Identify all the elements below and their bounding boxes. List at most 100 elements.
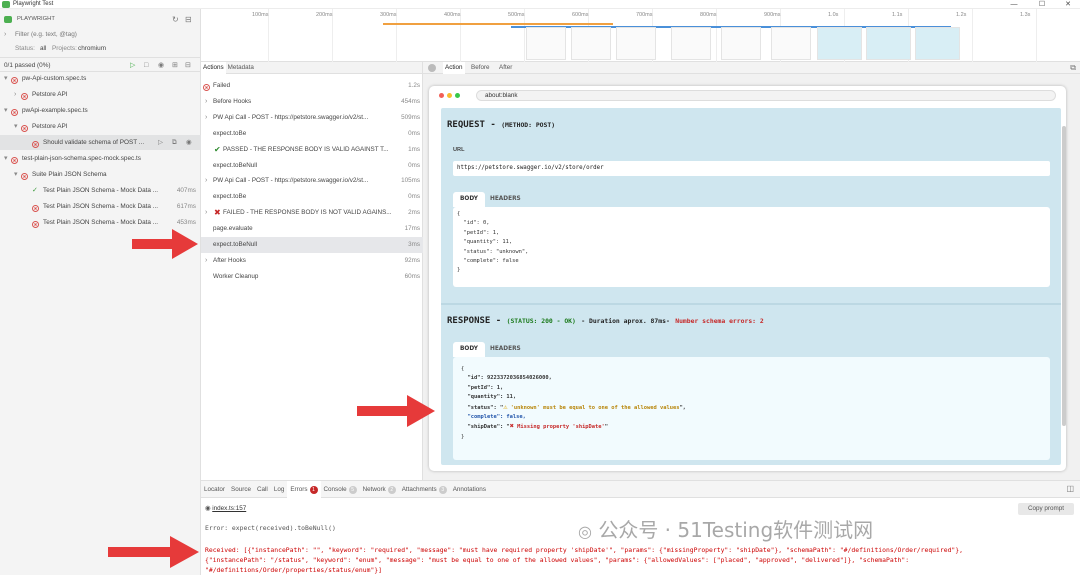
- filter-input[interactable]: Filter (e.g. text, @tag): [15, 27, 77, 42]
- run-icon[interactable]: ▷: [158, 135, 163, 150]
- source-location[interactable]: ◉ index.ts:157: [205, 505, 246, 512]
- schema-error-count: Number schema errors: 2: [675, 317, 764, 325]
- test-tree-item[interactable]: ✓ Test Plain JSON Schema - Mock Data ... 4…: [0, 183, 201, 198]
- chevron-right-icon[interactable]: ›: [205, 173, 207, 189]
- request-tab-headers[interactable]: HEADERS: [483, 192, 528, 207]
- action-row[interactable]: ✔ PASSED - THE RESPONSE BODY IS VALID AGA…: [201, 142, 423, 158]
- response-tab-body[interactable]: BODY: [453, 342, 485, 357]
- action-row[interactable]: › After Hooks 92ms: [201, 253, 423, 269]
- chevron-right-icon[interactable]: ›: [205, 205, 207, 221]
- json-brace: {: [461, 366, 465, 372]
- chevron-icon[interactable]: ▾: [4, 151, 8, 166]
- maximize-button[interactable]: ☐: [1030, 0, 1054, 9]
- action-row[interactable]: page.evaluate 17ms: [201, 221, 423, 237]
- actions-tabs: Actions Metadata: [201, 62, 422, 74]
- film-frame[interactable]: [915, 27, 960, 60]
- tab-errors[interactable]: Errors 1: [287, 481, 321, 498]
- test-tree-item[interactable]: ▾ pwApi-example.spec.ts: [0, 103, 201, 118]
- chevron-icon[interactable]: ▾: [14, 119, 18, 134]
- test-tree-item[interactable]: ▾ Suite Plain JSON Schema: [0, 167, 201, 182]
- chevron-right-icon[interactable]: ›: [205, 110, 207, 126]
- received-line-1: Received: [{"instancePath": "", "keyword…: [205, 546, 963, 554]
- tab-label: Attachments: [401, 486, 437, 493]
- chevron-icon[interactable]: ▾: [4, 71, 8, 86]
- tab-before[interactable]: Before: [469, 62, 492, 74]
- chevron-icon[interactable]: ▾: [4, 103, 8, 118]
- action-row[interactable]: expect.toBe 0ms: [201, 189, 423, 205]
- action-duration: 105ms: [401, 177, 420, 185]
- action-row[interactable]: expect.toBe 0ms: [201, 126, 423, 142]
- dock-icon[interactable]: ◫: [1066, 484, 1074, 493]
- chevron-right-icon[interactable]: ›: [205, 253, 207, 269]
- close-button[interactable]: ✕: [1056, 0, 1080, 9]
- action-row[interactable]: expect.toBeNull 3ms: [201, 237, 423, 253]
- tab-actions[interactable]: Actions: [201, 62, 226, 74]
- chevron-icon[interactable]: ▾: [14, 167, 18, 182]
- status-filter-row[interactable]: Status: all Projects: chromium: [0, 41, 201, 56]
- action-row[interactable]: Failed 1.2s: [201, 78, 423, 94]
- film-frame[interactable]: [866, 27, 911, 60]
- chevron-right-icon[interactable]: ›: [205, 94, 207, 110]
- copy-prompt-button[interactable]: Copy prompt: [1017, 503, 1074, 515]
- film-frame[interactable]: [771, 27, 811, 60]
- tab-console[interactable]: Console 5: [321, 481, 360, 498]
- open-external-icon[interactable]: ⧉: [1070, 63, 1076, 73]
- tab-metadata[interactable]: Metadata: [226, 62, 256, 74]
- action-duration: 2ms: [408, 209, 420, 217]
- tab-action[interactable]: Action: [443, 62, 465, 74]
- test-tree-item[interactable]: Should validate schema of POST ... ▷ ⧉ ◉: [0, 135, 201, 150]
- test-tree-label: Suite Plain JSON Schema: [32, 171, 107, 178]
- tab-log[interactable]: Log: [271, 481, 288, 498]
- response-title: RESPONSE -: [447, 316, 502, 326]
- action-label: expect.toBeNull: [213, 241, 258, 248]
- tab-attachments[interactable]: Attachments 3: [399, 481, 450, 498]
- timeline-tick-label: 800ms: [700, 12, 717, 18]
- film-frame[interactable]: [571, 27, 611, 60]
- action-row[interactable]: › PW Api Call - POST - https://petstore.s…: [201, 110, 423, 126]
- timeline-tick-label: 1.0s: [828, 12, 839, 18]
- json-line: "id": 0,: [457, 220, 490, 227]
- test-tree-item[interactable]: ▾ pw-Api-custom.spec.ts: [0, 71, 201, 86]
- tab-call[interactable]: Call: [254, 481, 271, 498]
- tab-source[interactable]: Source: [228, 481, 254, 498]
- response-body-json: { "id": 9223372036854026000, "petId": 1,…: [461, 365, 686, 442]
- json-id: "id": 9223372036854026000,: [461, 375, 552, 382]
- details-tabs: Locator Source Call Log Errors 1 Console 5 Netwo…: [201, 481, 1080, 498]
- minimize-button[interactable]: —: [1002, 0, 1026, 9]
- action-row[interactable]: › Before Hooks 454ms: [201, 94, 423, 110]
- refresh-icon[interactable]: ↻: [172, 12, 179, 27]
- film-frame[interactable]: [616, 27, 656, 60]
- test-tree-item[interactable]: › Petstore API: [0, 87, 201, 102]
- collapse-icon[interactable]: ⊟: [185, 12, 192, 27]
- source-file-link[interactable]: index.ts:157: [212, 505, 246, 512]
- film-frame[interactable]: [671, 27, 711, 60]
- test-tree-item[interactable]: ▾ test-plain-json-schema.spec-mock.spec.t…: [0, 151, 201, 166]
- request-tab-body[interactable]: BODY: [453, 192, 485, 207]
- window-title: Playwright Test: [13, 1, 54, 7]
- tab-annotations[interactable]: Annotations: [450, 481, 489, 498]
- action-row[interactable]: Worker Cleanup 60ms: [201, 269, 423, 285]
- scrollbar[interactable]: [1062, 126, 1066, 426]
- failed-status-icon: [32, 199, 39, 214]
- chevron-right-icon[interactable]: ›: [4, 27, 6, 42]
- address-bar[interactable]: about:blank: [476, 90, 1056, 101]
- test-tree-item[interactable]: Test Plain JSON Schema - Mock Data ... 61…: [0, 199, 201, 214]
- timeline[interactable]: 100ms 200ms 300ms 400ms 500ms 600ms 700ms 800ms…: [201, 9, 1080, 62]
- film-frame[interactable]: [721, 27, 761, 60]
- test-tree-item[interactable]: ▾ Petstore API: [0, 119, 201, 134]
- request-heading: REQUEST - (METHOD: POST): [447, 120, 555, 130]
- tab-network[interactable]: Network 2: [360, 481, 399, 498]
- chevron-icon[interactable]: ›: [14, 87, 16, 102]
- action-row[interactable]: › PW Api Call - POST - https://petstore.s…: [201, 173, 423, 189]
- pick-locator-icon[interactable]: [428, 64, 436, 72]
- action-row[interactable]: expect.toBeNull 0ms: [201, 158, 423, 174]
- status-error-message: 'unknown' must be equal to one of the al…: [510, 404, 680, 411]
- eye-icon[interactable]: ◉: [186, 135, 192, 150]
- tab-locator[interactable]: Locator: [201, 481, 228, 498]
- film-frame[interactable]: [817, 27, 862, 60]
- film-frame[interactable]: [526, 27, 566, 60]
- copy-icon[interactable]: ⧉: [172, 135, 177, 150]
- tab-after[interactable]: After: [497, 62, 514, 74]
- response-tab-headers[interactable]: HEADERS: [483, 342, 528, 357]
- action-row[interactable]: › ✖ FAILED - THE RESPONSE BODY IS NOT VALI…: [201, 205, 423, 221]
